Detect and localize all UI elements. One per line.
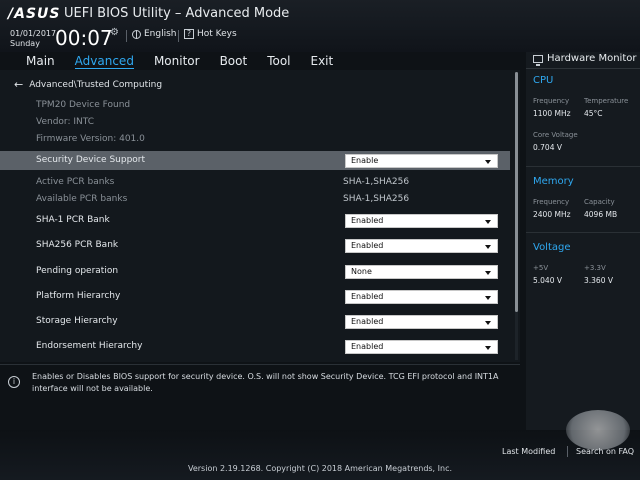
hw-divider: [526, 68, 640, 69]
security-device-support-label[interactable]: Security Device Support: [36, 155, 145, 165]
back-arrow-icon[interactable]: ←: [14, 78, 23, 91]
question-icon: ?: [184, 29, 194, 39]
caret-down-icon: [485, 346, 491, 350]
caret-down-icon: [485, 220, 491, 224]
main-menu: Main Advanced Monitor Boot Tool Exit: [0, 52, 520, 70]
dropdown-value: Enabled: [351, 342, 384, 351]
tpm-device-status: TPM20 Device Found: [36, 100, 131, 110]
menu-main[interactable]: Main: [26, 54, 55, 68]
dropdown-value: Enabled: [351, 241, 384, 250]
gear-icon[interactable]: ⚙: [110, 27, 119, 38]
asus-logo: /ASUS: [8, 6, 61, 22]
sha256-pcr-bank-label[interactable]: SHA256 PCR Bank: [36, 240, 118, 250]
memory-frequency-value: 2400 MHz: [533, 210, 571, 219]
search-faq-button[interactable]: Search on FAQ: [576, 447, 634, 456]
hotkeys-label: Hot Keys: [197, 29, 237, 39]
memory-frequency-label: Frequency: [533, 198, 570, 206]
hw-separator: [526, 166, 640, 167]
menu-tool[interactable]: Tool: [267, 54, 290, 68]
voltage-33v-label: +3.3V: [584, 264, 606, 272]
globe-icon: [132, 29, 141, 39]
sha256-pcr-bank-dropdown[interactable]: Enabled: [345, 239, 498, 253]
cpu-frequency-label: Frequency: [533, 97, 570, 105]
menu-boot[interactable]: Boot: [220, 54, 248, 68]
storage-hierarchy-label[interactable]: Storage Hierarchy: [36, 316, 118, 326]
breadcrumb[interactable]: ← Advanced\Trusted Computing: [14, 78, 162, 91]
voltage-5v-label: +5V: [533, 264, 549, 272]
day-display: Sunday: [10, 39, 40, 48]
dropdown-value: None: [351, 267, 372, 276]
available-pcr-banks-label: Available PCR banks: [36, 194, 128, 204]
header-divider: [126, 30, 127, 42]
date-display: 01/01/2017: [10, 29, 57, 38]
language-button[interactable]: English: [132, 29, 177, 39]
caret-down-icon: [485, 245, 491, 249]
cpu-heading: CPU: [533, 75, 554, 86]
clock-display: 00:07: [55, 26, 113, 50]
dropdown-value: Enable: [351, 156, 379, 165]
cpu-temperature-label: Temperature: [584, 97, 629, 105]
watermark-logo: [566, 410, 630, 450]
hotkeys-button[interactable]: ? Hot Keys: [184, 29, 237, 39]
cpu-temperature-value: 45°C: [584, 109, 603, 118]
sha1-pcr-bank-label[interactable]: SHA-1 PCR Bank: [36, 215, 110, 225]
help-text: Enables or Disables BIOS support for sec…: [32, 372, 499, 393]
voltage-5v-value: 5.040 V: [533, 276, 562, 285]
active-pcr-banks-label: Active PCR banks: [36, 177, 115, 187]
cpu-frequency-value: 1100 MHz: [533, 109, 571, 118]
platform-hierarchy-dropdown[interactable]: Enabled: [345, 290, 498, 304]
storage-hierarchy-dropdown[interactable]: Enabled: [345, 315, 498, 329]
memory-capacity-label: Capacity: [584, 198, 615, 206]
cpu-core-voltage-value: 0.704 V: [533, 143, 562, 152]
dropdown-value: Enabled: [351, 292, 384, 301]
pending-operation-dropdown[interactable]: None: [345, 265, 498, 279]
hardware-monitor-label: Hardware Monitor: [547, 53, 637, 64]
breadcrumb-path: Advanced\Trusted Computing: [29, 79, 163, 90]
language-label: English: [144, 29, 177, 39]
voltage-heading: Voltage: [533, 242, 571, 253]
hw-separator: [526, 232, 640, 233]
endorsement-hierarchy-label[interactable]: Endorsement Hierarchy: [36, 341, 142, 351]
security-device-support-dropdown[interactable]: Enable: [345, 154, 498, 168]
memory-heading: Memory: [533, 176, 574, 187]
endorsement-hierarchy-dropdown[interactable]: Enabled: [345, 340, 498, 354]
menu-monitor[interactable]: Monitor: [154, 54, 200, 68]
dropdown-value: Enabled: [351, 216, 384, 225]
hardware-monitor-title: Hardware Monitor: [533, 53, 637, 66]
caret-down-icon: [485, 296, 491, 300]
sha1-pcr-bank-dropdown[interactable]: Enabled: [345, 214, 498, 228]
scrollbar-thumb[interactable]: [515, 72, 518, 312]
menu-exit[interactable]: Exit: [311, 54, 334, 68]
tpm-firmware-version: Firmware Version: 401.0: [36, 134, 145, 144]
voltage-33v-value: 3.360 V: [584, 276, 613, 285]
memory-capacity-value: 4096 MB: [584, 210, 618, 219]
footer-divider: [567, 446, 568, 457]
app-title: UEFI BIOS Utility – Advanced Mode: [64, 6, 290, 21]
copyright-text: Version 2.19.1268. Copyright (C) 2018 Am…: [187, 464, 453, 473]
caret-down-icon: [485, 160, 491, 164]
dropdown-value: Enabled: [351, 317, 384, 326]
platform-hierarchy-label[interactable]: Platform Hierarchy: [36, 291, 120, 301]
info-icon: i: [8, 376, 20, 388]
menu-advanced[interactable]: Advanced: [74, 54, 134, 69]
tpm-vendor: Vendor: INTC: [36, 117, 94, 127]
caret-down-icon: [485, 271, 491, 275]
available-pcr-banks-value: SHA-1,SHA256: [343, 194, 410, 204]
pending-operation-label[interactable]: Pending operation: [36, 266, 118, 276]
header-divider: [178, 30, 179, 42]
last-modified-button[interactable]: Last Modified: [502, 447, 555, 456]
cpu-core-voltage-label: Core Voltage: [533, 131, 578, 139]
caret-down-icon: [485, 321, 491, 325]
active-pcr-banks-value: SHA-1,SHA256: [343, 177, 410, 187]
monitor-icon: [533, 54, 543, 66]
